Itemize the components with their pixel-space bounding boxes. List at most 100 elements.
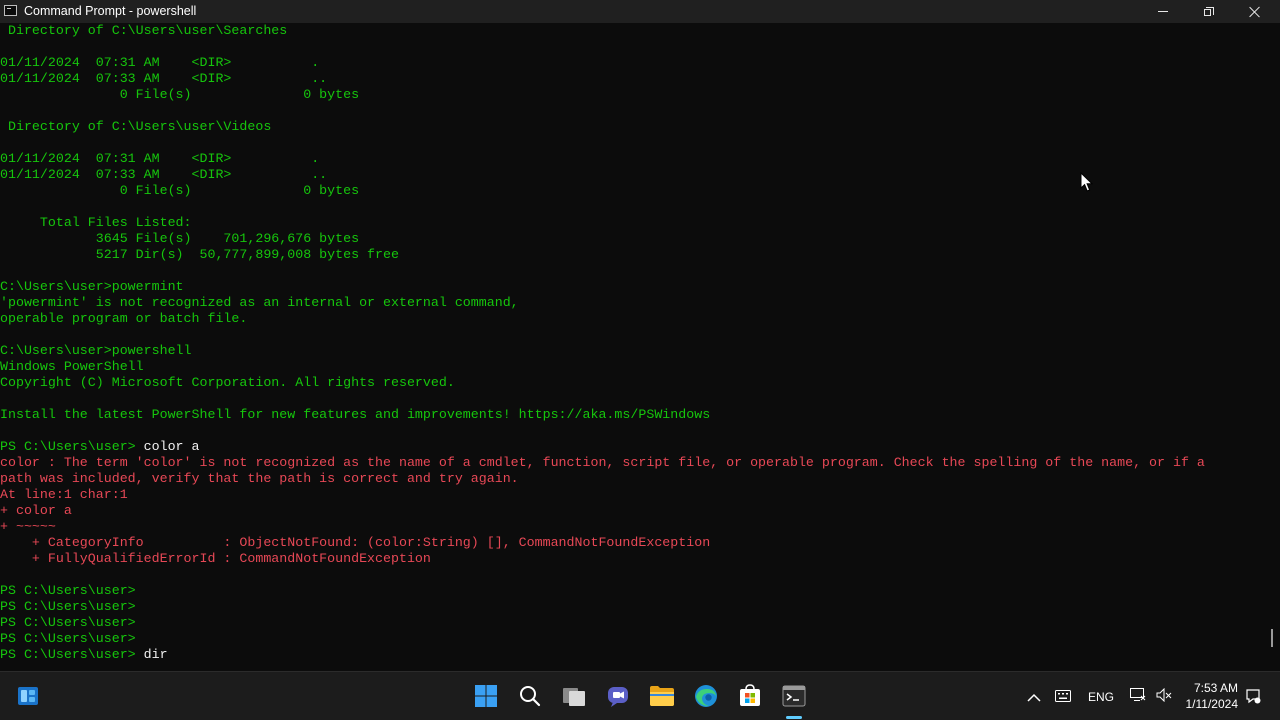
terminal-icon <box>782 685 806 707</box>
keyboard-icon <box>1055 690 1071 702</box>
terminal-line: Total Files Listed: <box>0 215 192 231</box>
terminal-line-text: PS C:\Users\user> <box>0 439 144 454</box>
terminal-output[interactable]: Directory of C:\Users\user\Searches 01/11… <box>0 23 1264 671</box>
terminal-line-text: + CategoryInfo : ObjectNotFound: (color:… <box>0 535 711 550</box>
start-button[interactable] <box>468 678 504 714</box>
terminal-line: 0 File(s) 0 bytes <box>0 183 359 199</box>
terminal-line-text: Directory of C:\Users\user\Videos <box>0 119 272 134</box>
terminal-line-text: 01/11/2024 07:33 AM <DIR> .. <box>0 167 328 182</box>
terminal-line: PS C:\Users\user> color a <box>0 439 200 455</box>
terminal-line-text: Windows PowerShell <box>0 359 144 374</box>
store-icon <box>740 684 760 706</box>
mouse-pointer-icon <box>1080 172 1094 192</box>
terminal-line: + FullyQualifiedErrorId : CommandNotFoun… <box>0 551 431 567</box>
terminal-line-text: Directory of C:\Users\user\Searches <box>0 23 288 38</box>
terminal-line: 3645 File(s) 701,296,676 bytes <box>0 231 359 247</box>
terminal-line: 0 File(s) 0 bytes <box>0 87 359 103</box>
terminal-line: PS C:\Users\user> <box>0 631 136 647</box>
terminal-command-text: dir <box>143 647 168 662</box>
terminal-line-text: 01/11/2024 07:31 AM <DIR> . <box>0 151 320 166</box>
task-view-button[interactable] <box>556 678 592 714</box>
terminal-line-text: C:\Users\user>powershell <box>0 343 192 358</box>
network-button[interactable] <box>1130 688 1146 707</box>
volume-muted-icon <box>1156 687 1172 703</box>
window-title: Command Prompt - powershell <box>24 4 197 18</box>
terminal-line-text: path was included, verify that the path … <box>0 471 519 486</box>
search-icon <box>520 686 541 707</box>
terminal-line: C:\Users\user>powermint <box>0 279 184 295</box>
terminal-line-text: Copyright (C) Microsoft Corporation. All… <box>0 375 455 390</box>
terminal-line: 01/11/2024 07:33 AM <DIR> .. <box>0 71 327 87</box>
terminal-line: path was included, verify that the path … <box>0 471 519 487</box>
scrollbar-thumb[interactable] <box>1271 629 1273 647</box>
terminal-line: 01/11/2024 07:31 AM <DIR> . <box>0 151 319 167</box>
edge-icon <box>695 685 717 707</box>
minimize-icon <box>1158 11 1168 12</box>
terminal-line: Copyright (C) Microsoft Corporation. All… <box>0 375 455 391</box>
volume-button[interactable] <box>1156 687 1172 707</box>
command-prompt-icon <box>4 5 17 16</box>
file-explorer-button[interactable] <box>644 678 680 714</box>
minimize-button[interactable] <box>1140 0 1186 23</box>
terminal-line: Directory of C:\Users\user\Videos <box>0 119 271 135</box>
terminal-line-text: 0 File(s) 0 bytes <box>0 87 360 102</box>
terminal-line-text: PS C:\Users\user> <box>0 631 136 646</box>
terminal-command-text: color a <box>143 439 200 454</box>
folder-icon <box>650 686 674 706</box>
close-button[interactable] <box>1232 0 1278 23</box>
vertical-scrollbar[interactable] <box>1264 23 1280 671</box>
clock-time[interactable]: 7:53 AM <box>1186 681 1238 695</box>
terminal-line: PS C:\Users\user> <box>0 615 136 631</box>
terminal-line: 01/11/2024 07:33 AM <DIR> .. <box>0 167 327 183</box>
title-bar[interactable]: Command Prompt - powershell <box>0 0 1280 23</box>
terminal-line: PS C:\Users\user> <box>0 583 136 599</box>
restore-icon <box>1204 6 1214 17</box>
terminal-line: 'powermint' is not recognized as an inte… <box>0 295 519 311</box>
widgets-button[interactable] <box>10 678 46 714</box>
taskbar: ENG 7:53 AM 1/11/2024 <box>0 671 1280 720</box>
terminal-button[interactable] <box>776 678 812 714</box>
terminal-line-text: Install the latest PowerShell for new fe… <box>0 407 711 422</box>
clock-date[interactable]: 1/11/2024 <box>1180 697 1239 711</box>
widgets-icon <box>18 687 38 705</box>
terminal-line-text: Total Files Listed: <box>0 215 192 230</box>
edge-button[interactable] <box>688 678 724 714</box>
search-button[interactable] <box>512 678 548 714</box>
show-hidden-icons-button[interactable] <box>1027 690 1041 708</box>
chat-icon <box>608 687 628 707</box>
terminal-line: + color a <box>0 503 72 519</box>
language-indicator[interactable]: ENG <box>1088 690 1114 704</box>
terminal-line-text: PS C:\Users\user> <box>0 583 136 598</box>
start-icon <box>475 685 497 707</box>
terminal-line: Install the latest PowerShell for new fe… <box>0 407 710 423</box>
chat-button[interactable] <box>600 678 636 714</box>
terminal-line-text: C:\Users\user>powermint <box>0 279 184 294</box>
restore-button[interactable] <box>1186 0 1232 23</box>
terminal-line: operable program or batch file. <box>0 311 247 327</box>
terminal-line: PS C:\Users\user> <box>0 599 136 615</box>
terminal-line: + ~~~~~ <box>0 519 56 535</box>
store-button[interactable] <box>732 678 768 714</box>
terminal-line: C:\Users\user>powershell <box>0 343 192 359</box>
keyboard-button[interactable] <box>1055 689 1071 707</box>
terminal-line: At line:1 char:1 <box>0 487 128 503</box>
active-app-indicator <box>786 716 802 719</box>
terminal-line-text: PS C:\Users\user> <box>0 615 136 630</box>
terminal-line: Windows PowerShell <box>0 359 144 375</box>
terminal-line: 5217 Dir(s) 50,777,899,008 bytes free <box>0 247 399 263</box>
task-view-icon <box>563 688 585 706</box>
terminal-line-text: color : The term 'color' is not recogniz… <box>0 455 1205 470</box>
terminal-line-text: operable program or batch file. <box>0 311 248 326</box>
terminal-line-text: + FullyQualifiedErrorId : CommandNotFoun… <box>0 551 431 566</box>
network-icon <box>1130 688 1146 701</box>
terminal-line-text: 5217 Dir(s) 50,777,899,008 bytes free <box>0 247 399 262</box>
chevron-up-icon <box>1027 693 1041 702</box>
notifications-button[interactable] <box>1245 688 1261 709</box>
terminal-line-text: + color a <box>0 503 72 518</box>
terminal-line-text: At line:1 char:1 <box>0 487 128 502</box>
terminal-line-text: + ~~~~~ <box>0 519 56 534</box>
terminal-line-text: 'powermint' is not recognized as an inte… <box>0 295 519 310</box>
terminal-line: PS C:\Users\user> dir <box>0 647 168 663</box>
terminal-line: 01/11/2024 07:31 AM <DIR> . <box>0 55 319 71</box>
terminal-line-text: PS C:\Users\user> <box>0 599 136 614</box>
